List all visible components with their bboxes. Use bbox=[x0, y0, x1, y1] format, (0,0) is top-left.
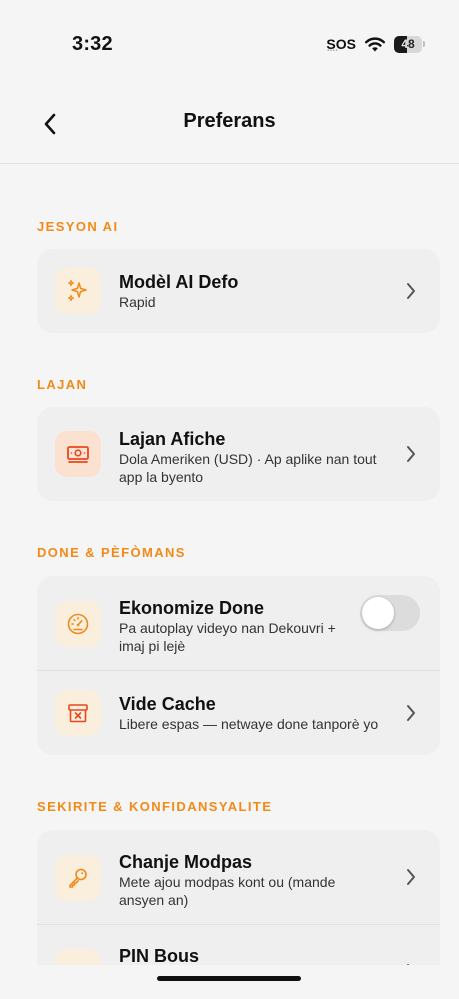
row-text: PIN Bous bbox=[119, 945, 382, 965]
navigation-bar: Preferans bbox=[0, 86, 459, 164]
sos-indicator: SOS bbox=[326, 37, 356, 54]
settings-list[interactable]: JESYON AI Modèl AI Defo Rapid LAJAN Laja… bbox=[0, 165, 459, 965]
row-display-currency[interactable]: Lajan Afiche Dola Ameriken (USD) · Ap ap… bbox=[37, 407, 440, 501]
row-subtitle: Rapid bbox=[119, 294, 156, 310]
data-saver-toggle[interactable] bbox=[360, 595, 420, 631]
row-subtitle: Dola Ameriken (USD) · Ap aplike nan tout… bbox=[119, 451, 377, 485]
row-text: Lajan Afiche Dola Ameriken (USD) · Ap ap… bbox=[119, 428, 382, 486]
gauge-icon bbox=[55, 601, 101, 647]
key-icon bbox=[55, 855, 101, 901]
status-time: 3:32 bbox=[72, 33, 113, 55]
section-header-currency: LAJAN bbox=[37, 377, 88, 392]
wifi-icon bbox=[365, 37, 385, 52]
row-subtitle: Libere espas — netwaye done tanporè yo bbox=[119, 716, 379, 732]
pin-icon bbox=[55, 949, 101, 965]
card-ai: Modèl AI Defo Rapid bbox=[37, 249, 440, 333]
status-bar: 3:32 SOS 48 bbox=[0, 0, 459, 86]
battery-level: 48 bbox=[401, 37, 415, 51]
row-text: Ekonomize Done Pa autoplay videyo nan De… bbox=[119, 597, 344, 655]
row-change-password[interactable]: Chanje Modpas Mete ajou modpas kont ou (… bbox=[37, 830, 440, 925]
section-header-ai: JESYON AI bbox=[37, 219, 119, 234]
home-indicator[interactable] bbox=[157, 976, 301, 981]
card-security-privacy: Chanje Modpas Mete ajou modpas kont ou (… bbox=[37, 830, 440, 965]
row-text: Modèl AI Defo Rapid bbox=[119, 271, 382, 311]
row-data-saver[interactable]: Ekonomize Done Pa autoplay videyo nan De… bbox=[37, 576, 440, 671]
section-header-security-privacy: SEKIRITE & KONFIDANSYALITE bbox=[37, 799, 273, 814]
row-default-ai-model[interactable]: Modèl AI Defo Rapid bbox=[37, 249, 440, 333]
chevron-right-icon bbox=[407, 283, 415, 299]
section-header-data-performance: DONE & PÈFÒMANS bbox=[37, 545, 186, 560]
row-title: PIN Bous bbox=[119, 946, 200, 965]
row-text: Vide Cache Libere espas — netwaye done t… bbox=[119, 693, 394, 733]
toggle-knob bbox=[362, 597, 394, 629]
page-title: Preferans bbox=[183, 110, 276, 132]
row-title: Vide Cache bbox=[119, 694, 216, 714]
card-currency: Lajan Afiche Dola Ameriken (USD) · Ap ap… bbox=[37, 407, 440, 501]
row-title: Chanje Modpas bbox=[119, 852, 253, 872]
battery-icon: 48 bbox=[394, 35, 425, 53]
chevron-right-icon bbox=[407, 446, 415, 462]
chevron-right-icon bbox=[407, 869, 415, 885]
row-subtitle: Mete ajou modpas kont ou (mande ansyen a… bbox=[119, 874, 336, 908]
chevron-right-icon bbox=[407, 964, 410, 965]
chevron-right-icon bbox=[407, 705, 415, 721]
row-title: Modèl AI Defo bbox=[119, 272, 239, 292]
status-indicators: SOS 48 bbox=[326, 34, 425, 54]
row-wallet-pin[interactable]: PIN Bous bbox=[37, 925, 440, 965]
row-text: Chanje Modpas Mete ajou modpas kont ou (… bbox=[119, 851, 382, 909]
preferences-screen: 3:32 SOS 48 Preferans bbox=[0, 0, 459, 999]
archive-x-icon bbox=[55, 690, 101, 736]
row-clear-cache[interactable]: Vide Cache Libere espas — netwaye done t… bbox=[37, 671, 440, 755]
row-title: Lajan Afiche bbox=[119, 429, 226, 449]
row-subtitle: Pa autoplay videyo nan Dekouvri + imaj p… bbox=[119, 620, 336, 654]
row-title: Ekonomize Done bbox=[119, 598, 265, 618]
banknote-icon bbox=[55, 431, 101, 477]
card-data-performance: Ekonomize Done Pa autoplay videyo nan De… bbox=[37, 576, 440, 755]
sparkles-icon bbox=[55, 268, 101, 314]
